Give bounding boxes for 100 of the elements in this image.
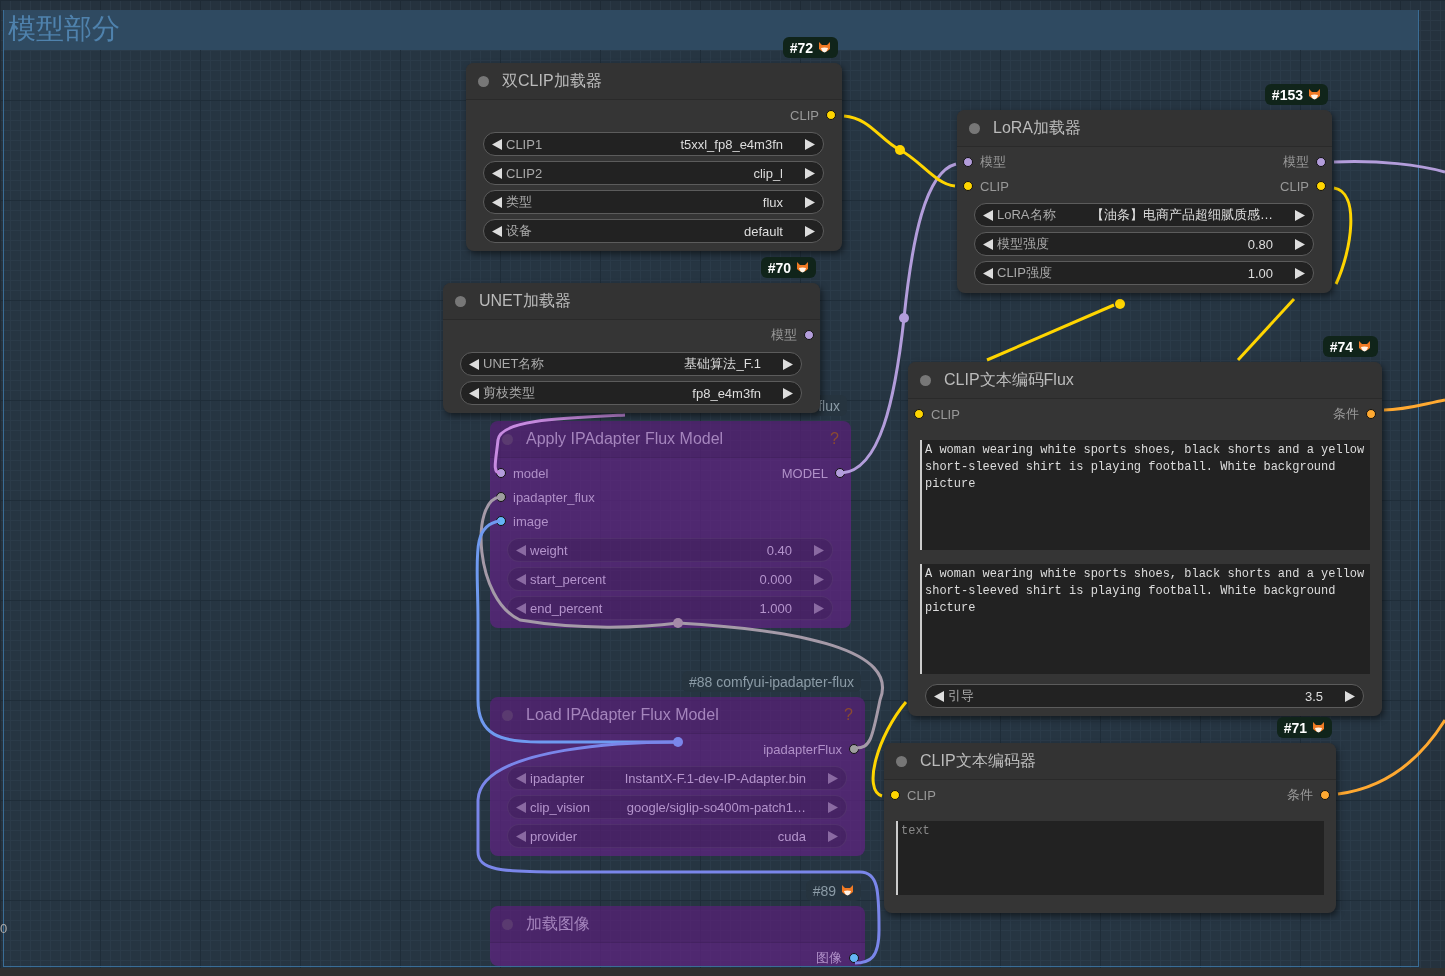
widget-value: google/siglip-so400m-patch1… (626, 799, 806, 815)
arrow-right-icon[interactable] (783, 387, 793, 399)
output-label: MODEL (781, 465, 828, 481)
collapse-dot[interactable] (502, 433, 513, 445)
input-label: model (513, 465, 549, 481)
widget-value: t5xxl_fp8_e4m3fn (680, 136, 783, 152)
combo-widget[interactable]: 引导 3.5 (925, 684, 1364, 708)
arrow-left-icon[interactable] (983, 238, 993, 250)
output-slot-dot[interactable] (1316, 181, 1326, 191)
output-label: 图像 (816, 949, 842, 967)
widget-label: weight (530, 542, 568, 558)
output-slot-dot[interactable] (849, 744, 859, 754)
output-slot-dot[interactable] (1366, 409, 1376, 419)
input-slot-dot[interactable] (496, 492, 506, 502)
widget-value: clip_l (753, 165, 783, 181)
widget-label: 类型 (506, 193, 532, 211)
arrow-left-icon[interactable] (469, 358, 479, 370)
arrow-left-icon[interactable] (492, 167, 502, 179)
prompt-field[interactable]: A woman wearing white sports shoes, black shorts and a yellow short-sleeved shirt is playing football. White background picture (920, 564, 1370, 674)
combo-widget[interactable]: 剪枝类型 fp8_e4m3fn (460, 381, 802, 405)
arrow-right-icon[interactable] (805, 167, 815, 179)
fox-icon (841, 884, 854, 897)
combo-widget[interactable]: LoRA名称 【油条】电商产品超细腻质感… (974, 203, 1314, 227)
collapse-dot[interactable] (455, 295, 466, 307)
output-slot-dot[interactable] (835, 468, 845, 478)
widget-value: InstantX-F.1-dev-IP-Adapter.bin (624, 770, 806, 786)
arrow-right-icon[interactable] (1295, 238, 1305, 250)
fox-icon (1312, 721, 1325, 734)
combo-widget[interactable]: UNET名称 基础算法_F.1 (460, 352, 802, 376)
arrow-right-icon[interactable] (1345, 690, 1355, 702)
widget-value: flux (762, 194, 783, 210)
widget-value: 3.5 (1304, 688, 1323, 704)
node-title: CLIP文本编码器 (920, 750, 1036, 771)
fox-icon (796, 261, 809, 274)
link-wire[interactable] (1333, 160, 1445, 174)
node-title: LoRA加载器 (993, 117, 1082, 138)
output-slot-dot[interactable] (1320, 790, 1330, 800)
output-slot-dot[interactable] (826, 110, 836, 120)
arrow-right-icon[interactable] (783, 358, 793, 370)
widget-value: 【油条】电商产品超细腻质感… (1091, 206, 1273, 224)
node-title: Load IPAdapter Flux Model (526, 706, 719, 724)
output-slot-dot[interactable] (804, 330, 814, 340)
widget-value: 0.40 (766, 542, 792, 558)
reroute-dot[interactable] (899, 313, 909, 323)
reroute-dot[interactable] (1115, 299, 1125, 309)
input-label: ipadapter_flux (513, 489, 595, 505)
widget-value: default (743, 223, 783, 239)
collapse-dot[interactable] (969, 122, 980, 134)
widget-label: 设备 (506, 222, 532, 240)
prompt-field[interactable]: text (896, 821, 1324, 895)
input-slot-dot[interactable] (496, 516, 506, 526)
combo-widget[interactable]: 模型强度 0.80 (974, 232, 1314, 256)
prompt-field[interactable]: A woman wearing white sports shoes, black shorts and a yellow short-sleeved shirt is playing football. White background picture (920, 440, 1370, 550)
reroute-dot[interactable] (673, 737, 683, 747)
arrow-left-icon[interactable] (983, 267, 993, 279)
collapse-dot[interactable] (920, 374, 931, 386)
arrow-right-icon[interactable] (805, 225, 815, 237)
arrow-right-icon[interactable] (805, 196, 815, 208)
input-slot-dot[interactable] (890, 790, 900, 800)
arrow-right-icon[interactable] (1295, 209, 1305, 221)
collapse-dot[interactable] (896, 755, 907, 767)
widget-label: CLIP强度 (997, 264, 1052, 282)
arrow-left-icon[interactable] (492, 196, 502, 208)
widget-value: 基础算法_F.1 (684, 355, 761, 373)
combo-widget[interactable]: CLIP强度 1.00 (974, 261, 1314, 285)
widget-label: CLIP1 (506, 136, 543, 152)
widget-label: ipadapter (530, 770, 585, 786)
reroute-dot[interactable] (673, 618, 683, 628)
input-label: CLIP (931, 406, 960, 422)
input-slot-dot[interactable] (496, 468, 506, 478)
link-wire[interactable] (1337, 719, 1445, 796)
widget-label: UNET名称 (483, 355, 545, 373)
arrow-left-icon[interactable] (983, 209, 993, 221)
reroute-dot[interactable] (895, 145, 905, 155)
output-label: 条件 (1333, 405, 1359, 423)
output-slot-dot[interactable] (1316, 157, 1326, 167)
input-slot-dot[interactable] (963, 157, 973, 167)
arrow-left-icon[interactable] (934, 690, 944, 702)
arrow-left-icon[interactable] (469, 387, 479, 399)
input-label: CLIP (980, 178, 1009, 194)
combo-widget[interactable]: CLIP2 clip_l (483, 161, 824, 185)
widget-label: clip_vision (530, 799, 590, 815)
combo-widget[interactable]: 设备 default (483, 219, 824, 243)
arrow-left-icon[interactable] (492, 225, 502, 237)
output-label: CLIP (1280, 178, 1309, 194)
output-label: 条件 (1287, 786, 1313, 804)
input-slot-dot[interactable] (963, 181, 973, 191)
combo-widget[interactable]: 类型 flux (483, 190, 824, 214)
input-slot-dot[interactable] (914, 409, 924, 419)
widget-value: 1.000 (759, 600, 792, 616)
combo-widget[interactable]: CLIP1 t5xxl_fp8_e4m3fn (483, 132, 824, 156)
link-wire[interactable] (1383, 398, 1445, 412)
node-title: 加载图像 (526, 913, 590, 934)
widget-label: 引导 (948, 687, 974, 705)
arrow-left-icon[interactable] (492, 138, 502, 150)
output-slot-dot[interactable] (849, 953, 859, 963)
arrow-right-icon[interactable] (805, 138, 815, 150)
arrow-right-icon[interactable] (1295, 267, 1305, 279)
collapse-dot[interactable] (478, 75, 489, 87)
widget-value: 1.00 (1247, 265, 1273, 281)
